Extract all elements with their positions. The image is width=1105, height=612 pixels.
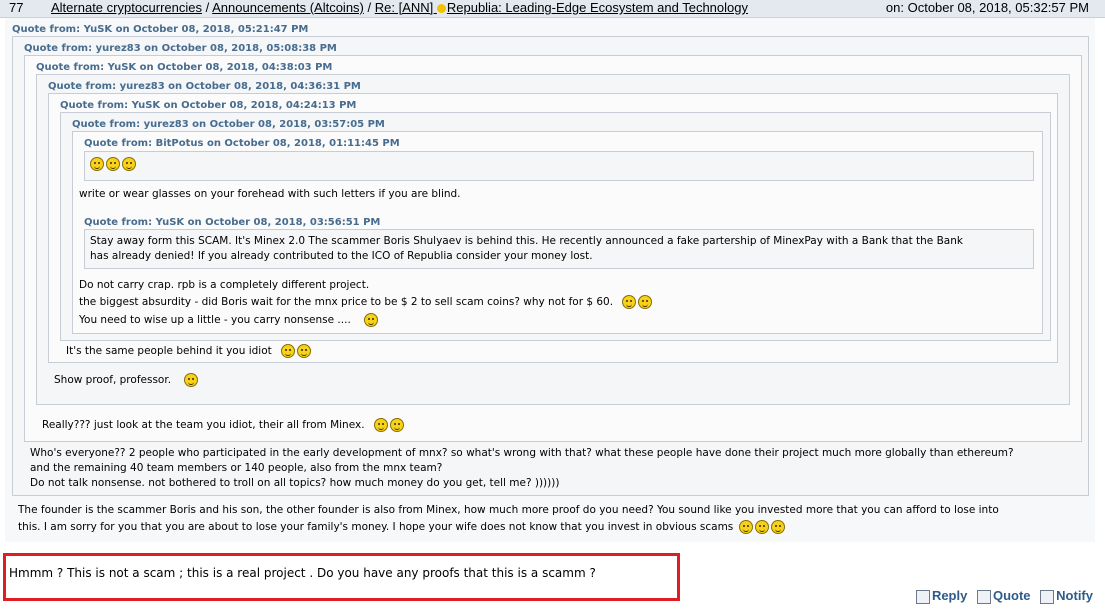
post-text: You need to wise up a little - you carry… xyxy=(79,314,351,326)
notify-label: Notify xyxy=(1056,588,1093,603)
emoticon-group xyxy=(88,157,136,171)
post-text: Really??? just look at the team you idio… xyxy=(42,419,365,431)
thread-title-prefix: Re: [ANN] xyxy=(374,0,437,15)
notify-button[interactable]: Notify xyxy=(1040,588,1093,604)
quote-header[interactable]: Quote from: YuSK on October 08, 2018, 03… xyxy=(84,217,380,228)
quote-header[interactable]: Quote from: YuSK on October 08, 2018, 04… xyxy=(36,62,332,73)
quote-box xyxy=(84,151,1034,181)
post-text: The founder is the scammer Boris and his… xyxy=(18,504,999,516)
quote-box: Stay away form this SCAM. It's Minex 2.0… xyxy=(84,229,1034,269)
post-number: 77 xyxy=(9,0,24,15)
reply-button[interactable]: Reply xyxy=(915,588,968,604)
post-text: Who's everyone?? 2 people who participat… xyxy=(30,447,1014,459)
breadcrumb: Alternate cryptocurrencies / Announcemen… xyxy=(51,0,748,15)
post-date: on: October 08, 2018, 05:32:57 PM xyxy=(885,0,1089,15)
smiley-icon xyxy=(184,373,199,387)
breadcrumb-separator: / xyxy=(202,0,213,15)
quote-button[interactable]: Quote xyxy=(976,588,1031,604)
smiley-icon xyxy=(297,344,312,358)
post-text: and the remaining 40 team members or 140… xyxy=(30,462,443,474)
quote-header[interactable]: Quote from: YuSK on October 08, 2018, 05… xyxy=(12,24,308,35)
post-text: Stay away form this SCAM. It's Minex 2.0… xyxy=(90,235,963,247)
quote-header[interactable]: Quote from: yurez83 on October 08, 2018,… xyxy=(48,81,361,92)
reply-icon xyxy=(915,589,930,604)
thread-title: Republia: Leading-Edge Ecosystem and Tec… xyxy=(446,0,748,15)
post-body: Quote from: YuSK on October 08, 2018, 05… xyxy=(5,18,1095,542)
smiley-icon xyxy=(738,520,753,534)
smiley-icon xyxy=(122,157,136,171)
post-text-with-emoticons: the biggest absurdity - did Boris wait f… xyxy=(79,295,653,310)
smiley-icon xyxy=(389,418,404,432)
post-text: this. I am sorry for you that you are ab… xyxy=(18,521,734,533)
highlighted-reply: Hmmm ? This is not a scam ; this is a re… xyxy=(3,553,680,601)
reply-label: Reply xyxy=(931,588,968,603)
smiley-icon xyxy=(281,344,296,358)
breadcrumb-thread-title[interactable]: Re: [ANN] Republia: Leading-Edge Ecosyst… xyxy=(375,0,748,15)
post-text-with-emoticons: Show proof, professor. xyxy=(54,373,199,388)
post-text: write or wear glasses on your forehead w… xyxy=(79,188,461,200)
post-text-with-emoticons: Really??? just look at the team you idio… xyxy=(42,418,404,433)
post-text: Show proof, professor. xyxy=(54,374,172,386)
post-text: Do not carry crap. rpb is a completely d… xyxy=(79,279,370,291)
smiley-icon xyxy=(638,295,653,309)
smiley-icon xyxy=(770,520,785,534)
breadcrumb-announcements[interactable]: Announcements (Altcoins) xyxy=(212,0,364,15)
reply-message: Hmmm ? This is not a scam ; this is a re… xyxy=(9,566,596,580)
quote-header[interactable]: Quote from: YuSK on October 08, 2018, 04… xyxy=(60,100,356,111)
quote-header[interactable]: Quote from: BitPotus on October 08, 2018… xyxy=(84,138,400,149)
smiley-icon xyxy=(754,520,769,534)
quote-header[interactable]: Quote from: yurez83 on October 08, 2018,… xyxy=(24,43,337,54)
quote-label: Quote xyxy=(992,588,1031,603)
post-text: It's the same people behind it you idiot xyxy=(66,345,272,357)
post-text: Do not talk nonsense. not bothered to tr… xyxy=(30,477,560,489)
post-text-with-emoticons: You need to wise up a little - you carry… xyxy=(79,313,379,328)
breadcrumb-alternate-cryptocurrencies[interactable]: Alternate cryptocurrencies xyxy=(51,0,202,15)
post-text-with-emoticons: this. I am sorry for you that you are ab… xyxy=(18,520,785,535)
breadcrumb-separator: / xyxy=(363,0,375,15)
quote-header[interactable]: Quote from: yurez83 on October 08, 2018,… xyxy=(72,119,385,130)
star-icon xyxy=(436,3,446,13)
quote-icon xyxy=(976,589,991,604)
smiley-icon xyxy=(90,157,104,171)
smiley-icon xyxy=(106,157,120,171)
smiley-icon xyxy=(364,313,379,327)
post-actions: Reply Quote Notify xyxy=(910,588,1093,604)
post-text: the biggest absurdity - did Boris wait f… xyxy=(79,296,614,308)
post-text: has already denied! If you already contr… xyxy=(90,250,593,262)
notify-icon xyxy=(1040,589,1055,604)
smiley-icon xyxy=(373,418,388,432)
post-text-with-emoticons: It's the same people behind it you idiot xyxy=(66,344,312,359)
post-header-bar: 77 Alternate cryptocurrencies / Announce… xyxy=(0,0,1105,18)
smiley-icon xyxy=(622,295,637,309)
